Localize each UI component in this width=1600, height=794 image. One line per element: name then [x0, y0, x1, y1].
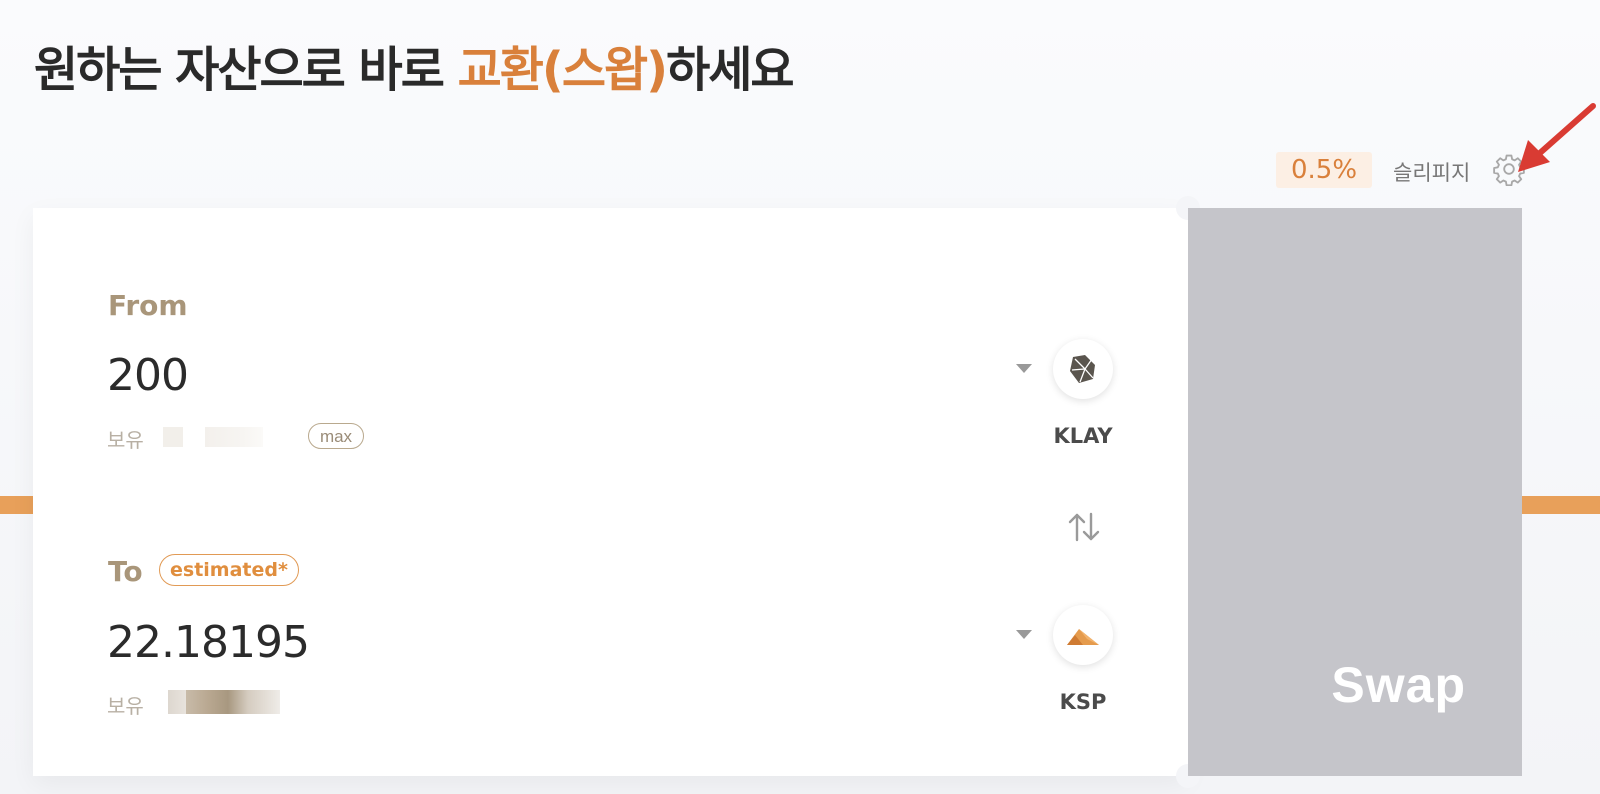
decorative-band-right — [1520, 496, 1600, 514]
to-amount-display: 22.18195 — [107, 617, 310, 668]
to-token-dropdown-caret[interactable] — [1016, 630, 1032, 639]
estimated-badge: estimated* — [159, 554, 299, 586]
to-token-name: KSP — [1059, 690, 1107, 714]
from-label: From — [108, 289, 188, 322]
title-accent: 교환(스왑) — [457, 42, 669, 98]
ksp-logo-icon — [1067, 629, 1099, 645]
annotation-arrow-icon — [1518, 103, 1596, 172]
swap-arrows-icon[interactable] — [1064, 510, 1104, 544]
to-balance-label: 보유 — [107, 694, 144, 718]
from-amount-input[interactable]: 200 — [107, 350, 189, 401]
swap-button[interactable]: Swap — [1188, 208, 1522, 776]
to-token-selector[interactable] — [1053, 605, 1113, 665]
from-balance-label: 보유 — [107, 428, 144, 452]
page-title: 원하는 자산으로 바로 교환(스왑)하세요 — [34, 30, 795, 100]
to-balance-value-redacted — [168, 690, 280, 714]
to-label: To — [108, 555, 143, 588]
from-balance-value-redacted — [163, 427, 263, 447]
slippage-label: 슬리피지 — [1393, 161, 1471, 185]
klay-logo-icon — [1070, 355, 1095, 383]
max-button[interactable]: max — [308, 423, 364, 449]
from-token-selector[interactable] — [1053, 339, 1113, 399]
from-token-dropdown-caret[interactable] — [1016, 364, 1032, 373]
from-token-name: KLAY — [1053, 424, 1113, 448]
title-suffix: 하세요 — [666, 42, 794, 98]
swap-button-label: Swap — [1331, 657, 1466, 713]
slippage-value-badge[interactable]: 0.5% — [1276, 152, 1372, 188]
swap-page: 원하는 자산으로 바로 교환(스왑)하세요 0.5% 슬리피지 From 200… — [0, 0, 1600, 794]
title-prefix: 원하는 자산으로 바로 — [34, 42, 458, 98]
